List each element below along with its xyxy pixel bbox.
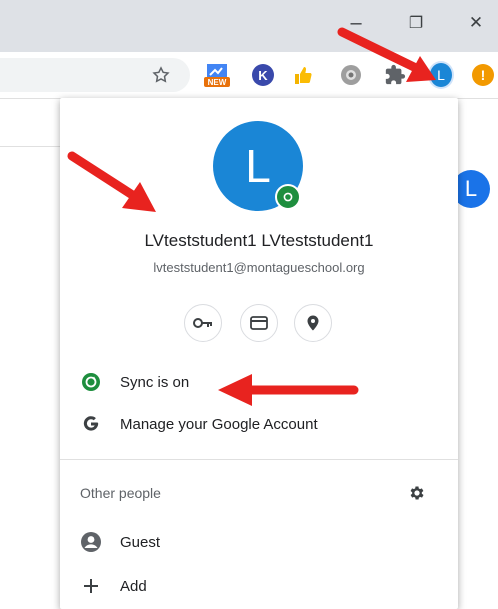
k-extension-letter: K xyxy=(252,64,274,86)
thumbs-up-extension-icon[interactable] xyxy=(290,62,316,88)
arrow-to-sync-status xyxy=(218,374,359,406)
close-icon: ✕ xyxy=(468,13,484,32)
guest-person-icon xyxy=(80,531,102,553)
profile-name: LVteststudent1 LVteststudent1 xyxy=(144,231,374,250)
new-badge-label: NEW xyxy=(207,78,227,87)
payment-methods-button[interactable] xyxy=(240,304,278,342)
add-label: Add xyxy=(120,577,147,595)
update-alert-icon[interactable]: ! xyxy=(470,62,496,88)
add-person-row[interactable]: Add xyxy=(60,568,458,604)
plus-icon xyxy=(80,575,102,597)
arrow-to-profile-name xyxy=(67,151,156,212)
gear-icon[interactable] xyxy=(406,482,428,504)
sync-label: Sync is on xyxy=(120,373,190,391)
manage-account-label: Manage your Google Account xyxy=(120,415,318,433)
profile-avatar-letter-large: L xyxy=(245,140,271,192)
addresses-button[interactable] xyxy=(294,304,332,342)
alert-glyph: ! xyxy=(472,64,494,86)
passwords-button[interactable] xyxy=(184,304,222,342)
credit-card-icon xyxy=(250,316,268,330)
new-extension-icon[interactable]: NEW xyxy=(204,62,230,88)
profile-email: lvteststudent1@montagueschool.org xyxy=(153,260,365,275)
location-pin-icon xyxy=(307,315,319,331)
guest-label: Guest xyxy=(120,533,161,551)
k-extension-icon[interactable]: K xyxy=(250,62,276,88)
sync-icon xyxy=(80,371,102,393)
other-people-heading: Other people xyxy=(80,485,161,501)
sync-badge-icon xyxy=(275,184,301,210)
google-g-icon xyxy=(80,413,102,435)
section-divider xyxy=(60,459,458,460)
key-icon xyxy=(193,318,212,328)
page-avatar-letter: L xyxy=(464,176,478,201)
guest-row[interactable]: Guest xyxy=(60,524,458,560)
close-window-button[interactable]: ✕ xyxy=(458,8,494,38)
arrow-to-profile-button xyxy=(337,27,436,82)
bookmark-star-icon[interactable] xyxy=(148,62,174,88)
manage-account-row[interactable]: Manage your Google Account xyxy=(60,406,458,442)
page-divider xyxy=(0,146,60,147)
